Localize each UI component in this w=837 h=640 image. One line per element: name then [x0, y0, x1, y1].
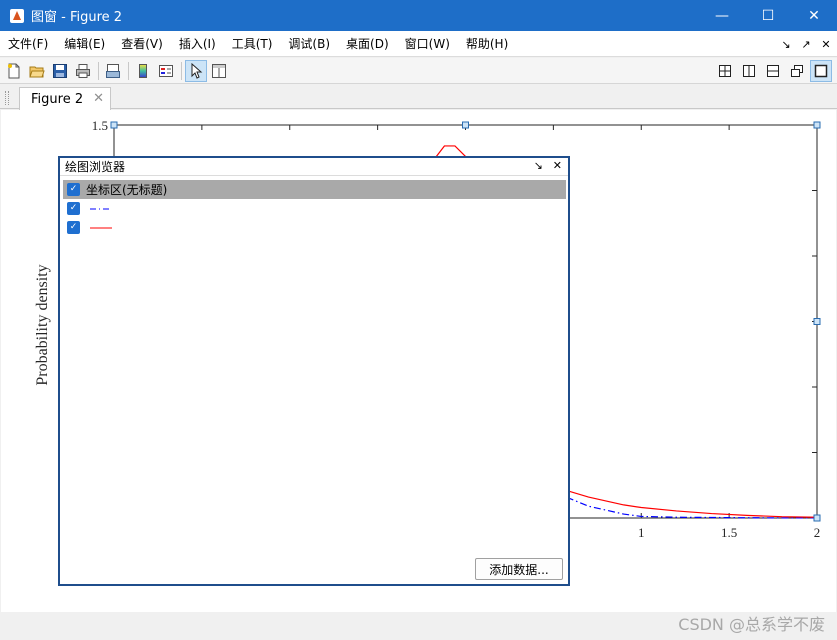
close-figure-icon[interactable]: ✕: [819, 38, 833, 51]
plot-browser-controls: ↘ ✕: [534, 159, 562, 172]
toolbar-separator: [181, 61, 182, 80]
window-controls: — ☐ ✕: [699, 0, 837, 31]
plot-browser-panel: 绘图浏览器 ↘ ✕ ✓ 坐标区(无标题) ✓ ✓ 添加数据...: [58, 156, 570, 586]
print-preview-icon[interactable]: [102, 60, 124, 82]
document-tab-strip: Figure 2 ✕: [0, 85, 837, 110]
title-bar: 图窗 - Figure 2 — ☐ ✕: [0, 0, 837, 31]
y-tick-label: 1.5: [92, 118, 108, 133]
selection-handle[interactable]: [110, 121, 118, 129]
matlab-logo-icon: [10, 8, 24, 23]
dock-panel-icon[interactable]: ↘: [534, 159, 543, 172]
menu-bar: 文件(F) 编辑(E) 查看(V) 插入(I) 工具(T) 调试(B) 桌面(D…: [0, 31, 837, 57]
selection-handle[interactable]: [813, 121, 821, 129]
y-axis-label: Probability density: [34, 264, 51, 385]
toolbar: [0, 58, 837, 84]
window-title: 图窗 - Figure 2: [31, 10, 123, 25]
plot-browser-tree: ✓ 坐标区(无标题) ✓ ✓: [63, 180, 566, 237]
print-icon[interactable]: [72, 60, 94, 82]
toolbar-separator: [128, 61, 129, 80]
add-data-button[interactable]: 添加数据...: [475, 558, 563, 580]
property-inspector-icon[interactable]: [208, 60, 230, 82]
toolbar-separator: [98, 61, 99, 80]
maximize-icon[interactable]: [810, 60, 832, 82]
menu-desktop[interactable]: 桌面(D): [338, 31, 397, 57]
menu-window[interactable]: 窗口(W): [397, 31, 458, 57]
line-1-visibility-checkbox[interactable]: ✓: [67, 202, 80, 215]
tree-item-axes[interactable]: ✓ 坐标区(无标题): [63, 180, 566, 199]
tree-item-line-2[interactable]: ✓: [63, 218, 566, 237]
split-rows-icon[interactable]: [762, 60, 784, 82]
plot-browser-header: 绘图浏览器 ↘ ✕: [60, 158, 568, 176]
split-columns-icon[interactable]: [738, 60, 760, 82]
tab-close-icon[interactable]: ✕: [93, 91, 104, 106]
menu-debug[interactable]: 调试(B): [280, 31, 338, 57]
solid-line-swatch-icon: [90, 227, 112, 228]
new-figure-icon[interactable]: [3, 60, 25, 82]
menu-edit[interactable]: 编辑(E): [56, 31, 113, 57]
tree-item-label: 坐标区(无标题): [86, 183, 168, 197]
tab-label: Figure 2: [31, 91, 84, 107]
selection-handle[interactable]: [813, 514, 821, 522]
selection-handle[interactable]: [813, 318, 821, 325]
minimize-button[interactable]: —: [699, 0, 745, 31]
x-tick-label: 1: [638, 525, 645, 540]
layout-buttons: [714, 60, 833, 82]
menu-file[interactable]: 文件(F): [0, 31, 56, 57]
save-icon[interactable]: [49, 60, 71, 82]
drag-grip-icon[interactable]: [5, 91, 9, 105]
menu-view[interactable]: 查看(V): [113, 31, 171, 57]
menu-tools[interactable]: 工具(T): [224, 31, 281, 57]
menubar-right-controls: ↘ ↗ ✕: [779, 31, 833, 57]
menu-help[interactable]: 帮助(H): [458, 31, 516, 57]
plot-browser-title: 绘图浏览器: [65, 160, 126, 174]
x-tick-label: 2: [814, 525, 821, 540]
undock-figure-icon[interactable]: ↗: [799, 38, 813, 51]
tile-grid-icon[interactable]: [714, 60, 736, 82]
float-icon[interactable]: [786, 60, 808, 82]
axes-visibility-checkbox[interactable]: ✓: [67, 183, 80, 196]
close-window-button[interactable]: ✕: [791, 0, 837, 31]
menu-insert[interactable]: 插入(I): [171, 31, 224, 57]
watermark: CSDN @总系学不废: [678, 615, 825, 634]
open-file-icon[interactable]: [26, 60, 48, 82]
tab-figure-2[interactable]: Figure 2 ✕: [19, 87, 111, 110]
insert-legend-icon[interactable]: [155, 60, 177, 82]
x-tick-label: 1.5: [721, 525, 737, 540]
selection-handle[interactable]: [462, 121, 469, 129]
insert-colorbar-icon[interactable]: [132, 60, 154, 82]
dash-dot-line-swatch-icon: [90, 208, 112, 209]
dock-figure-icon[interactable]: ↘: [779, 38, 793, 51]
maximize-button[interactable]: ☐: [745, 0, 791, 31]
tree-item-line-1[interactable]: ✓: [63, 199, 566, 218]
line-2-visibility-checkbox[interactable]: ✓: [67, 221, 80, 234]
close-panel-icon[interactable]: ✕: [553, 159, 562, 172]
edit-plot-icon[interactable]: [185, 59, 207, 82]
